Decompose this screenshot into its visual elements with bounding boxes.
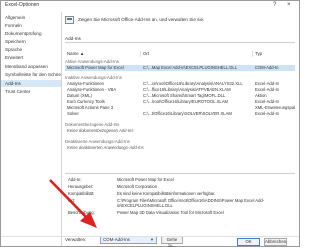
sidebar-item-dokumentpruefung[interactable]: Dokumentprüfung [1,30,61,37]
cell-location: C:\...t\Office16\Library\SOLVER\SOLVER.X… [143,111,232,116]
sidebar-item-sprache[interactable]: Sprache [1,46,61,53]
detail-key: Kompatibilität: [68,191,95,196]
sidebar-item-schnellzugriff[interactable]: Symbolleiste für den Schnellzugriff [1,71,61,78]
column-header-name[interactable]: Name ▲ [65,51,141,57]
empty-disabled-add-ins: Keine deaktivierten Anwendungs-Add-Ins [65,145,295,151]
close-icon[interactable]: × [287,2,291,9]
table-row[interactable]: Microsoft Power Map for Excel C:\...Map … [65,65,295,71]
empty-text: Keine deaktivierten Anwendungs-Add-Ins [67,145,144,150]
detail-value: C:\Program Files\Microsoft Office\root\O… [117,198,265,208]
detail-value: Es sind keine Kompatibilitätsinformation… [117,191,216,196]
empty-document-add-ins: Keine dokumentbezogenen Add-Ins [65,128,295,134]
cell-location: C:\...Map Excel Add-in\EXCELPLUGINSHELL.… [143,65,238,70]
detail-value: Microsoft Corporation [117,184,158,189]
sidebar-item-trust-center[interactable]: Trust Center [1,88,61,95]
window-title: Excel-Optionen [5,2,40,8]
detail-value: Power Map 3D Data Visualization Tool for… [117,210,224,215]
ok-button[interactable]: OK [237,238,260,246]
empty-text: Keine dokumentbezogenen Add-Ins [67,128,134,133]
sidebar-item-speichern[interactable]: Speichern [1,38,61,45]
sidebar-item-formeln[interactable]: Formeln [1,22,61,29]
add-in-details: Add-In: Microsoft Power Map for Excel He… [65,173,295,236]
cell-name: Microsoft Power Map for Excel [67,65,124,70]
detail-key: Herausgeber: [68,184,94,189]
detail-key: Ort: [68,198,75,203]
excel-options-window: Excel-Optionen ? × Allgemein Formeln Dok… [0,0,300,248]
dialog-footer: OK Abbrechen [1,236,299,247]
sidebar-item-erweitert[interactable]: Erweitert [1,54,61,61]
title-bar: Excel-Optionen ? × [1,1,299,12]
cancel-button[interactable]: Abbrechen [264,238,287,246]
add-ins-icon [65,16,74,24]
cell-type: COM-Add-In [255,65,279,70]
cell-name: Solver [67,111,79,116]
help-icon[interactable]: ? [273,2,276,9]
column-header-type[interactable]: Typ [253,51,295,57]
sidebar-item-add-ins[interactable]: Add-Ins [1,80,61,87]
detail-key: Add-In: [68,177,82,182]
add-ins-section-title: Add-Ins [65,36,295,43]
sidebar-item-allgemein[interactable]: Allgemein [1,14,61,21]
options-sidebar: Allgemein Formeln Dokumentprüfung Speich… [1,12,62,246]
add-ins-panel: Zeigen Sie Microsoft Office-Add-Ins an, … [62,12,299,248]
column-header-location[interactable]: Ort [141,51,253,57]
table-row[interactable]: Solver C:\...t\Office16\Library\SOLVER\S… [65,111,295,117]
sidebar-item-menueband[interactable]: Menüband anpassen [1,63,61,70]
cell-type: Excel-Add-In [255,111,279,116]
add-ins-table: Name ▲ Ort Typ Aktive Anwendungs-Add-Ins… [65,51,295,173]
detail-value: Microsoft Power Map for Excel [117,177,174,182]
banner-text: Zeigen Sie Microsoft Office-Add-Ins an, … [78,17,205,22]
detail-key: Beschreibung: [68,210,95,215]
